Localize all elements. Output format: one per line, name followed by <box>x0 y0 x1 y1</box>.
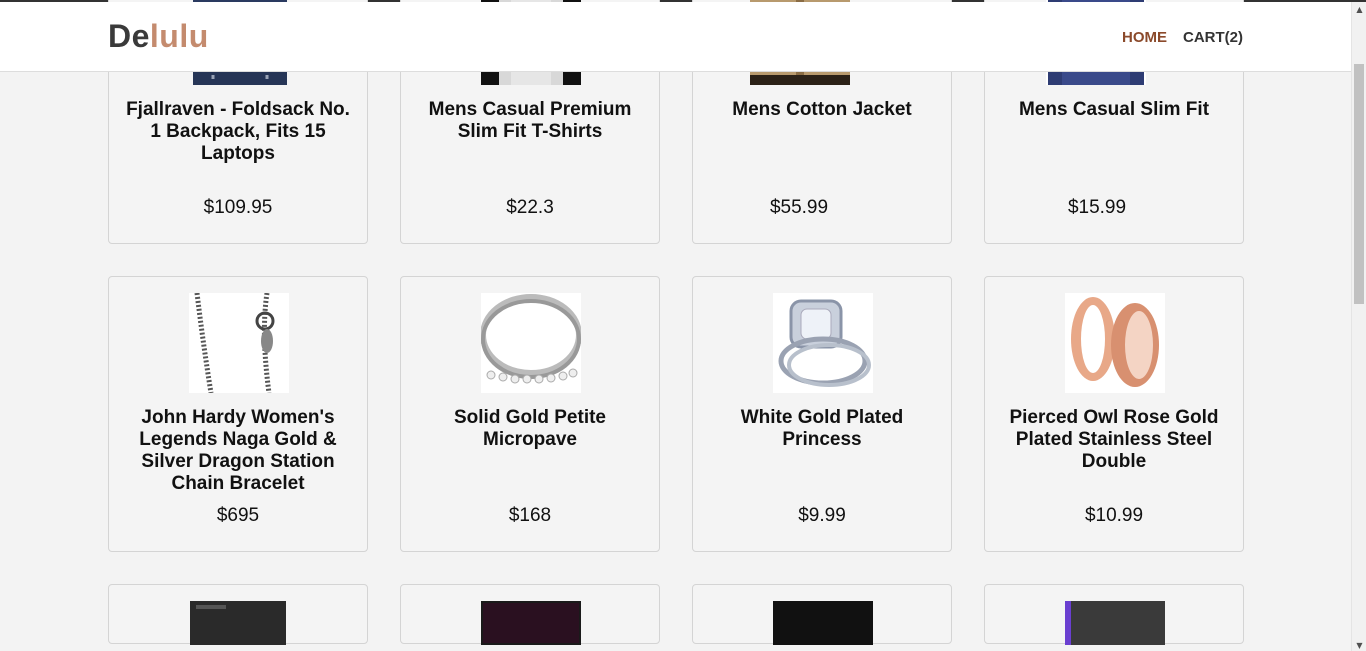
product-title[interactable]: Pierced Owl Rose Gold Plated Stainless S… <box>997 407 1231 473</box>
product-title[interactable]: Mens Casual Slim Fit <box>997 99 1231 121</box>
product-card[interactable] <box>692 584 952 645</box>
scroll-up-arrow-icon[interactable]: ▲ <box>1352 2 1366 17</box>
product-price: $15.99 <box>1067 197 1127 218</box>
product-price: $695 <box>216 505 260 526</box>
product-card[interactable] <box>108 584 368 645</box>
product-card[interactable] <box>400 584 660 645</box>
product-title[interactable]: Solid Gold Petite Micropave <box>413 407 647 451</box>
product-image-portable-drive[interactable] <box>1065 601 1165 645</box>
product-card[interactable]: John Hardy Women's Legends Naga Gold & S… <box>108 276 368 552</box>
product-price: $9.99 <box>798 505 846 526</box>
logo-part-2: lulu <box>149 18 209 54</box>
nav-home-link[interactable]: HOME <box>1122 29 1167 46</box>
product-image-drive[interactable] <box>773 601 873 645</box>
product-image-ssd[interactable] <box>481 601 581 645</box>
product-image-hard-drive[interactable] <box>190 601 286 645</box>
product-price: $55.99 <box>769 197 829 218</box>
product-title[interactable]: Fjallraven - Foldsack No. 1 Backpack, Fi… <box>121 99 355 165</box>
site-header: Delulu HOME CART(2) <box>0 2 1351 72</box>
site-logo[interactable]: Delulu <box>108 18 209 55</box>
product-title[interactable]: Mens Casual Premium Slim Fit T-Shirts <box>413 99 647 143</box>
product-card[interactable]: White Gold Plated Princess $9.99 <box>692 276 952 552</box>
nav-cart-link[interactable]: CART(2) <box>1183 29 1243 46</box>
product-card[interactable]: Solid Gold Petite Micropave $168 <box>400 276 660 552</box>
product-price: $168 <box>508 505 552 526</box>
product-image-diamond-ring[interactable] <box>773 293 873 393</box>
product-image-bracelet[interactable] <box>189 293 289 393</box>
main-nav: HOME CART(2) <box>1122 29 1243 46</box>
logo-part-1: De <box>108 18 150 54</box>
page-scrollbar[interactable]: ▲ ▼ <box>1351 2 1366 651</box>
scroll-down-arrow-icon[interactable]: ▼ <box>1352 638 1366 651</box>
product-price: $22.3 <box>506 197 554 218</box>
product-title[interactable]: John Hardy Women's Legends Naga Gold & S… <box>121 407 355 495</box>
scrollbar-thumb[interactable] <box>1354 64 1364 304</box>
product-title[interactable]: White Gold Plated Princess <box>705 407 939 451</box>
product-image-rose-gold-plugs[interactable] <box>1065 293 1165 393</box>
product-price: $10.99 <box>1084 505 1144 526</box>
product-price: $109.95 <box>203 197 273 218</box>
product-grid: Fjallraven - Foldsack No. 1 Backpack, Fi… <box>108 0 1244 645</box>
product-title[interactable]: Mens Cotton Jacket <box>705 99 939 121</box>
product-card[interactable] <box>984 584 1244 645</box>
product-card[interactable]: Pierced Owl Rose Gold Plated Stainless S… <box>984 276 1244 552</box>
product-image-ring-band[interactable] <box>481 293 581 393</box>
